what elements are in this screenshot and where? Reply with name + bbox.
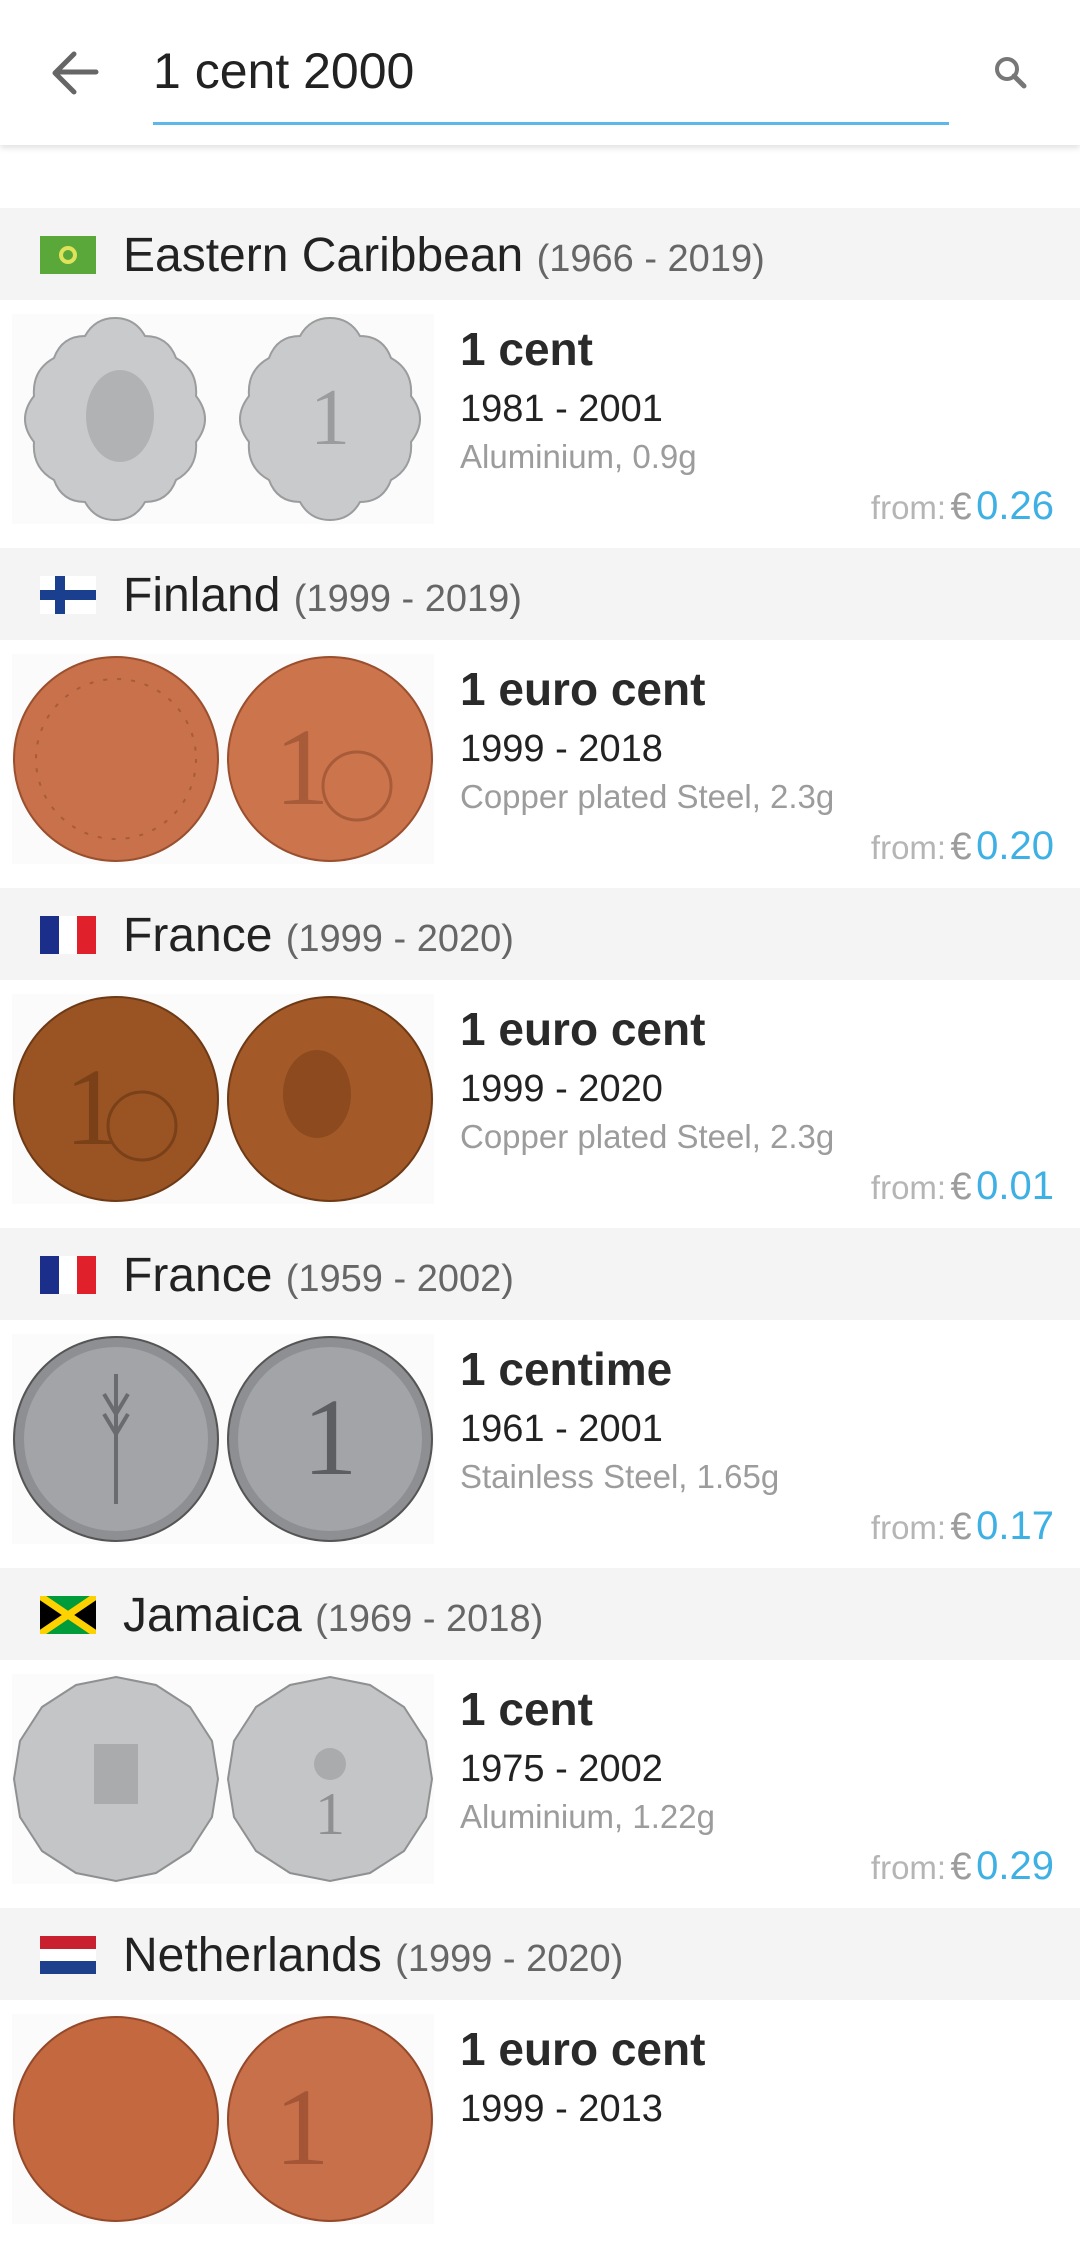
price-currency: € [950, 826, 972, 868]
coin-image: 1 [12, 2014, 434, 2224]
search-field[interactable] [153, 30, 949, 125]
country-header[interactable]: France (1959 - 2002) [0, 1228, 1080, 1320]
coin-material: Copper plated Steel, 2.3g [460, 1118, 835, 1155]
country-years: (1969 - 2018) [315, 1598, 544, 1640]
coin-item[interactable]: 1 1 euro cent 1999 - 2013 [0, 2000, 1080, 2248]
coin-image: 1 [12, 994, 434, 1204]
coin-material: Copper plated Steel, 2.3g [460, 778, 835, 815]
coin-image: 1 [12, 1334, 434, 1544]
price-value: 0.20 [976, 824, 1054, 868]
flag-netherlands-icon [40, 1936, 96, 1974]
coin-years: 1999 - 2020 [460, 1068, 663, 1110]
price-label: from: [870, 1169, 947, 1206]
country-years: (1999 - 2020) [285, 918, 514, 960]
price-currency: € [950, 1846, 972, 1888]
price-value: 0.01 [976, 1164, 1054, 1208]
country-years: (1999 - 2019) [293, 578, 522, 620]
search-icon [995, 57, 1027, 89]
coin-years: 1981 - 2001 [460, 388, 663, 430]
coin-material: Aluminium, 0.9g [460, 438, 697, 475]
country-header[interactable]: Netherlands (1999 - 2020) [0, 1908, 1080, 2000]
svg-text:1: 1 [65, 1046, 120, 1168]
arrow-back-icon [52, 51, 99, 95]
search-button[interactable] [988, 50, 1034, 96]
coin-material: Stainless Steel, 1.65g [460, 1458, 780, 1495]
coin-item[interactable]: 1 1 cent 1975 - 2002 Aluminium, 1.22g fr… [0, 1660, 1080, 1908]
coin-price: from: € 0.29 [871, 1844, 1054, 1889]
country-years: (1999 - 2020) [395, 1938, 624, 1980]
coin-price: from: € 0.20 [871, 824, 1054, 869]
coin-name: 1 euro cent [460, 1003, 706, 1055]
price-currency: € [950, 486, 972, 528]
price-currency: € [950, 1166, 972, 1208]
search-toolbar [0, 0, 1080, 145]
price-value: 0.29 [976, 1844, 1054, 1888]
flag-eastern-caribbean-icon [40, 236, 96, 274]
coin-name: 1 centime [460, 1343, 673, 1395]
country-years: (1966 - 2019) [536, 238, 765, 280]
price-label: from: [870, 1849, 947, 1886]
coin-item[interactable]: 1 1 euro cent 1999 - 2020 Copper plated … [0, 980, 1080, 1228]
coin-image: 1 [12, 314, 434, 524]
flag-jamaica-icon [40, 1596, 96, 1634]
coin-years: 1999 - 2013 [460, 2088, 663, 2130]
svg-text:1: 1 [310, 374, 350, 462]
coin-name: 1 euro cent [460, 663, 706, 715]
flag-france-icon [40, 916, 96, 954]
coin-item[interactable]: 1 1 euro cent 1999 - 2018 Copper plated … [0, 640, 1080, 888]
country-name: France [123, 909, 273, 962]
country-name: Netherlands [123, 1929, 382, 1982]
coin-price: from: € 0.01 [871, 1164, 1054, 1209]
svg-text:1: 1 [315, 1781, 345, 1847]
price-label: from: [870, 1509, 947, 1546]
coin-name: 1 cent [460, 323, 593, 375]
flag-finland-icon [40, 576, 96, 614]
svg-text:1: 1 [275, 2066, 330, 2188]
coin-item[interactable]: 1 1 centime 1961 - 2001 Stainless Steel,… [0, 1320, 1080, 1568]
coin-item[interactable]: 1 1 cent 1981 - 2001 Aluminium, 0.9g fro… [0, 300, 1080, 548]
price-currency: € [950, 1506, 972, 1548]
coin-price: from: € 0.17 [871, 1504, 1054, 1549]
coin-years: 1961 - 2001 [460, 1408, 663, 1450]
country-header[interactable]: Jamaica (1969 - 2018) [0, 1568, 1080, 1660]
price-value: 0.26 [976, 484, 1054, 528]
country-header[interactable]: Finland (1999 - 2019) [0, 548, 1080, 640]
price-value: 0.17 [976, 1504, 1054, 1548]
back-button[interactable] [40, 38, 110, 108]
country-name: Eastern Caribbean [123, 229, 524, 282]
svg-text:1: 1 [303, 1376, 358, 1498]
country-header[interactable]: France (1999 - 2020) [0, 888, 1080, 980]
coin-years: 1975 - 2002 [460, 1748, 663, 1790]
search-input[interactable] [153, 42, 949, 100]
coin-name: 1 euro cent [460, 2023, 706, 2075]
coin-years: 1999 - 2018 [460, 728, 663, 770]
country-years: (1959 - 2002) [285, 1258, 514, 1300]
coin-image: 1 [12, 654, 434, 864]
search-results-list: Eastern Caribbean (1966 - 2019) 1 1 cent… [0, 208, 1080, 2248]
flag-france-icon [40, 1256, 96, 1294]
coin-material: Aluminium, 1.22g [460, 1798, 715, 1835]
country-name: Jamaica [123, 1589, 302, 1642]
coin-image: 1 [12, 1674, 434, 1884]
price-label: from: [870, 829, 947, 866]
svg-text:1: 1 [275, 706, 330, 828]
coin-price: from: € 0.26 [871, 484, 1054, 529]
price-label: from: [870, 489, 947, 526]
country-name: France [123, 1249, 273, 1302]
coin-name: 1 cent [460, 1683, 593, 1735]
country-name: Finland [123, 569, 281, 622]
country-header[interactable]: Eastern Caribbean (1966 - 2019) [0, 208, 1080, 300]
